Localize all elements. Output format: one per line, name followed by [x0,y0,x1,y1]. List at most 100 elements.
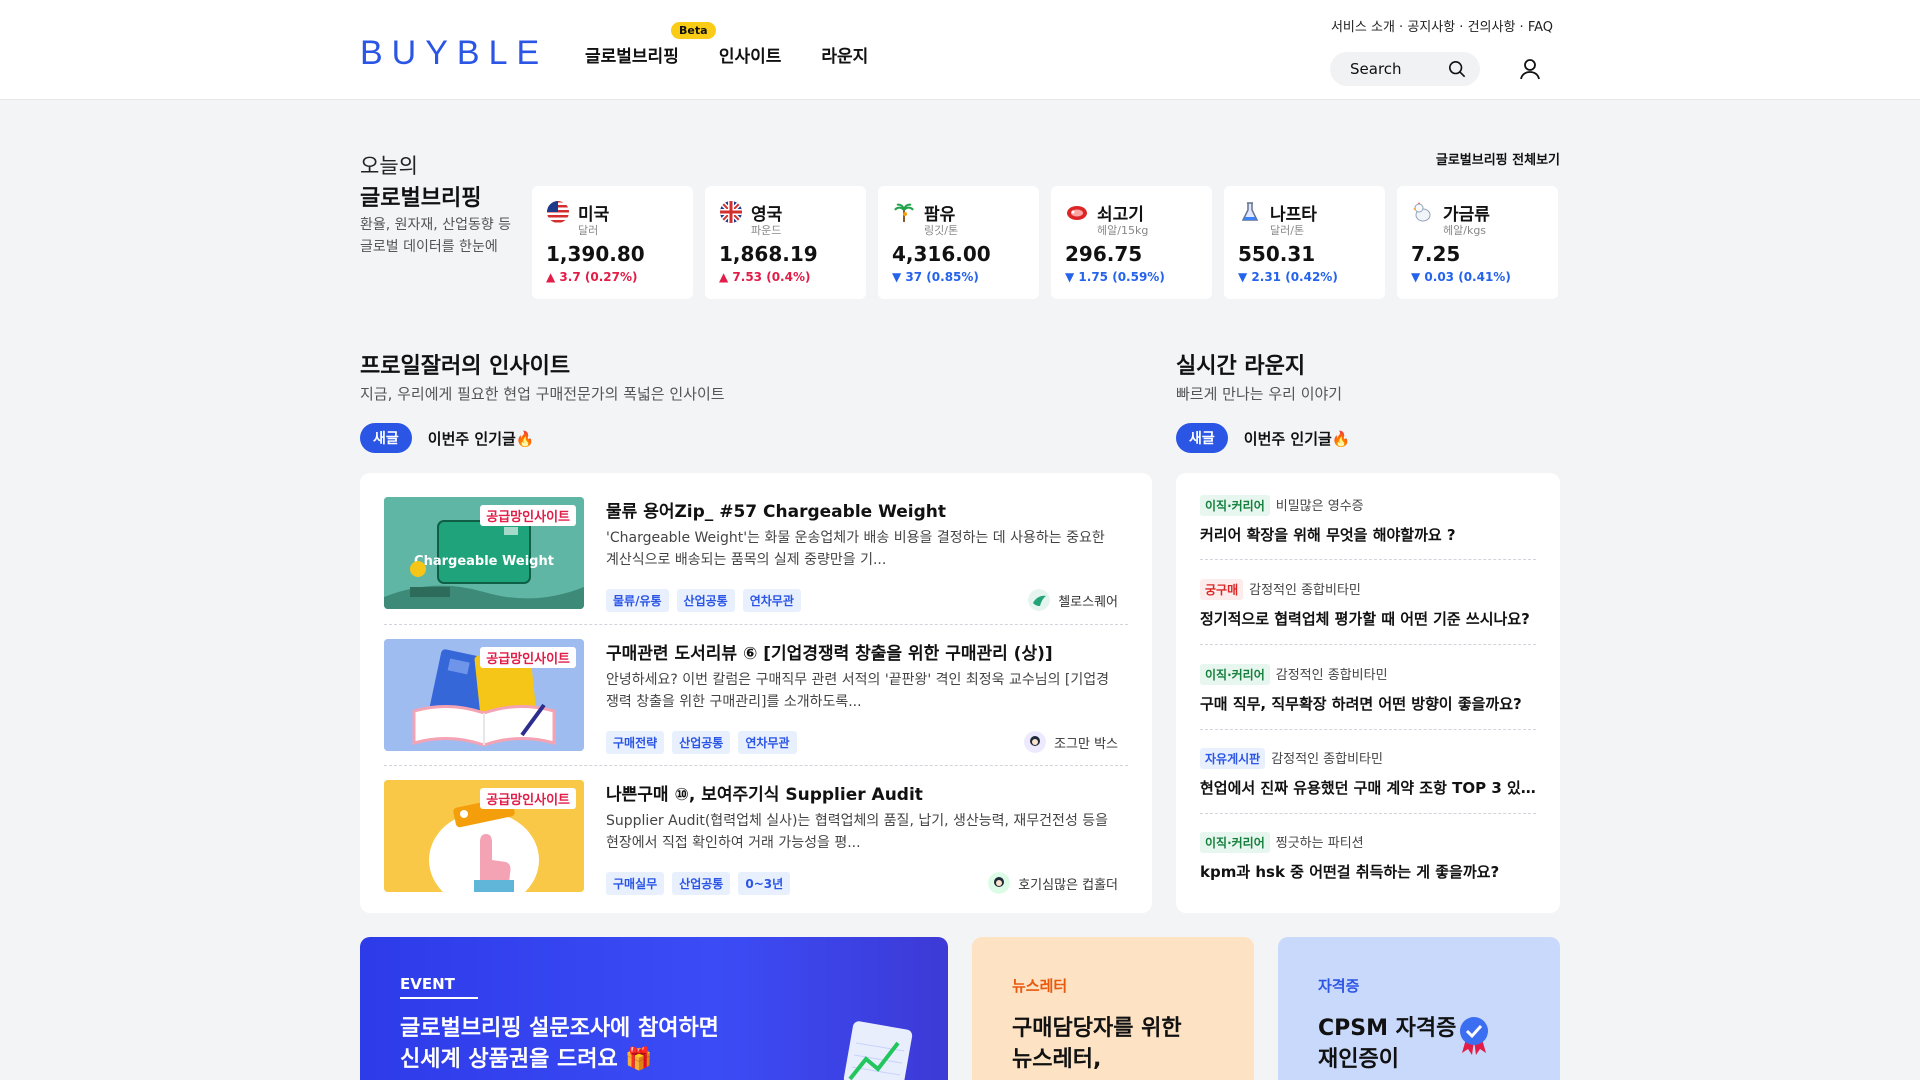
thumbnail-text: Chargeable Weight [414,554,554,569]
user-icon[interactable] [1519,58,1541,80]
beef-icon [1067,206,1087,220]
article-tag[interactable]: 연차무관 [738,731,797,754]
article-author[interactable]: 첼로스퀘어 [1028,589,1118,611]
us-flag-icon [547,201,569,223]
newsletter-banner[interactable]: 뉴스레터 구매담당자를 위한 뉴스레터, [972,937,1254,1080]
lounge-category-badge: 이직·커리어 [1200,495,1270,516]
lounge-author: 감정적인 종합비타민 [1275,668,1388,683]
briefing-view-all-link[interactable]: 글로벌브리핑 전체보기 [1436,149,1560,168]
nav-global-briefing[interactable]: 글로벌브리핑 Beta [585,22,716,67]
down-arrow-icon: ▼ [1065,270,1075,284]
lounge-divider [1200,559,1536,560]
lounge-tab-popular[interactable]: 이번주 인기글🔥 [1244,428,1351,449]
article-title[interactable]: 나쁜구매 ⑩, 보여주기식 Supplier Audit [606,780,923,805]
article-title[interactable]: 구매관련 도서리뷰 ⑥ [기업경쟁력 창출을 위한 구매관리 (상)] [606,639,1053,664]
lounge-author: 비밀많은 영수증 [1275,499,1364,514]
briefing-cards: 미국 달러 1,390.80 ▲ 3.7 (0.27%) 영국 파운드 1,86… [532,186,1558,299]
card-unit: 달러 [578,224,599,237]
briefing-card-naphtha[interactable]: 나프타 달러/톤 550.31 ▼ 2.31 (0.42%) [1224,186,1385,299]
lounge-item[interactable]: 이직·커리어 찡긋하는 파티션 kpm과 hsk 중 어떤걸 취득하는 게 좋을까… [1200,832,1536,882]
newsletter-headline-line: 구매담당자를 위한 [1012,1016,1182,1041]
lounge-question[interactable]: 커리어 확장을 위해 무엇을 해야할까요 ? [1200,524,1536,545]
lounge-category-badge: 이직·커리어 [1200,664,1270,685]
lounge-tabs: 새글 이번주 인기글🔥 [1176,423,1350,453]
article-tag[interactable]: 물류/유통 [606,589,669,612]
insight-article[interactable]: Chargeable Weight 공급망인사이트 물류 용어Zip_ #57 … [384,497,1128,627]
insight-article[interactable]: 공급망인사이트 구매관련 도서리뷰 ⑥ [기업경쟁력 창출을 위한 구매관리 (… [384,639,1128,769]
link-notice[interactable]: 공지사항 [1407,20,1455,35]
lounge-divider [1200,729,1536,730]
down-arrow-icon: ▼ [1411,270,1421,284]
buyble-logo[interactable]: BUYBLE [360,34,548,73]
lounge-question[interactable]: kpm과 hsk 중 어떤걸 취득하는 게 좋을까요? [1200,861,1536,882]
briefing-card-beef[interactable]: 쇠고기 헤알/15kg 296.75 ▼ 1.75 (0.59%) [1051,186,1212,299]
article-author[interactable]: 호기심많은 컵홀더 [988,872,1118,894]
event-banner[interactable]: EVENT 글로벌브리핑 설문조사에 참여하면 신세계 상품권을 드려요 🎁 [360,937,948,1080]
insight-article[interactable]: 공급망인사이트 나쁜구매 ⑩, 보여주기식 Supplier Audit Sup… [384,780,1128,910]
lounge-item[interactable]: 이직·커리어 감정적인 종합비타민 구매 직무, 직무확장 하려면 어떤 방향이 … [1200,664,1536,714]
briefing-card-gbp[interactable]: 영국 파운드 1,868.19 ▲ 7.53 (0.4%) [705,186,866,299]
article-tag[interactable]: 연차무관 [742,589,801,612]
link-faq[interactable]: FAQ [1528,20,1553,35]
lounge-category-badge: 자유게시판 [1200,748,1266,769]
card-value: 7.25 [1411,242,1461,266]
search-input[interactable] [1350,60,1440,78]
briefing-card-palm-oil[interactable]: 팜유 링깃/톤 4,316.00 ▼ 37 (0.85%) [878,186,1039,299]
down-arrow-icon: ▼ [1238,270,1248,284]
chart-document-icon [843,1021,913,1080]
lounge-divider [1200,813,1536,814]
briefing-card-usd[interactable]: 미국 달러 1,390.80 ▲ 3.7 (0.27%) [532,186,693,299]
nav-lounge[interactable]: 라운지 [821,42,868,67]
article-tag[interactable]: 0~3년 [738,872,791,895]
briefing-subtitle: 오늘의 [360,154,418,178]
down-arrow-icon: ▼ [892,270,902,284]
lounge-item[interactable]: 궁구매 감정적인 종합비타민 정기적으로 협력업체 평가할 때 어떤 기준 쓰시나… [1200,579,1536,629]
briefing-card-poultry[interactable]: 가금류 헤알/kgs 7.25 ▼ 0.03 (0.41%) [1397,186,1558,299]
nav-global-briefing-label: 글로벌브리핑 [585,47,679,67]
up-arrow-icon: ▲ [546,270,556,284]
event-headline: 글로벌브리핑 설문조사에 참여하면 신세계 상품권을 드려요 🎁 [400,1013,719,1075]
search-icon[interactable] [1448,60,1466,78]
author-avatar [1024,731,1047,753]
insight-tab-popular[interactable]: 이번주 인기글🔥 [428,428,535,449]
flask-icon [1241,202,1259,221]
main-nav: 글로벌브리핑 Beta 인사이트 라운지 [585,22,868,67]
card-value: 550.31 [1238,242,1316,266]
article-tags: 구매실무 산업공통 0~3년 [606,872,791,895]
lounge-question[interactable]: 구매 직무, 직무확장 하려면 어떤 방향이 좋을까요? [1200,693,1536,714]
lounge-divider [1200,644,1536,645]
card-value: 296.75 [1065,242,1143,266]
article-tag[interactable]: 구매전략 [606,731,665,754]
thumbnail-category-tag: 공급망인사이트 [480,505,576,526]
palm-icon [894,203,914,222]
lounge-question[interactable]: 정기적으로 협력업체 평가할 때 어떤 기준 쓰시나요? [1200,608,1536,629]
lounge-author: 감정적인 종합비타민 [1249,583,1361,598]
insight-tab-new[interactable]: 새글 [360,423,412,453]
article-tag[interactable]: 산업공통 [676,589,735,612]
article-title[interactable]: 물류 용어Zip_ #57 Chargeable Weight [606,497,946,522]
article-tags: 구매전략 산업공통 연차무관 [606,731,797,754]
article-tag[interactable]: 산업공통 [672,872,731,895]
search-box [1330,52,1480,86]
lounge-description: 빠르게 만나는 우리 이야기 [1176,385,1343,403]
article-thumbnail: 공급망인사이트 [384,780,584,892]
certification-headline-line: 재인증이 [1318,1047,1399,1072]
nav-insight[interactable]: 인사이트 [719,42,782,67]
lounge-item[interactable]: 자유게시판 감정적인 종합비타민 현업에서 진짜 유용했던 구매 계약 조항 TO… [1200,748,1536,798]
article-author[interactable]: 조그만 박스 [1024,731,1118,753]
article-thumbnail: 공급망인사이트 [384,639,584,751]
card-change: ▼ 2.31 (0.42%) [1238,270,1338,284]
lounge-question[interactable]: 현업에서 진짜 유용했던 구매 계약 조항 TOP 3 있으... [1200,777,1536,798]
lounge-item[interactable]: 이직·커리어 비밀많은 영수증 커리어 확장을 위해 무엇을 해야할까요 ? [1200,495,1536,545]
card-change: ▼ 0.03 (0.41%) [1411,270,1511,284]
article-tag[interactable]: 구매실무 [606,872,665,895]
top-header: BUYBLE 글로벌브리핑 Beta 인사이트 라운지 서비스 소개 · 공지사… [0,0,1920,100]
link-about[interactable]: 서비스 소개 [1331,20,1395,35]
insight-description: 지금, 우리에게 필요한 현업 구매전문가의 폭넓은 인사이트 [360,385,725,403]
certification-banner[interactable]: 자격증 CPSM 자격증 재인증이 [1278,937,1560,1080]
link-suggestion[interactable]: 건의사항 [1468,20,1516,35]
utility-links: 서비스 소개 · 공지사항 · 건의사항 · FAQ [1330,20,1553,35]
chicken-icon [1413,202,1431,222]
lounge-tab-new[interactable]: 새글 [1176,423,1228,453]
article-tag[interactable]: 산업공통 [672,731,731,754]
